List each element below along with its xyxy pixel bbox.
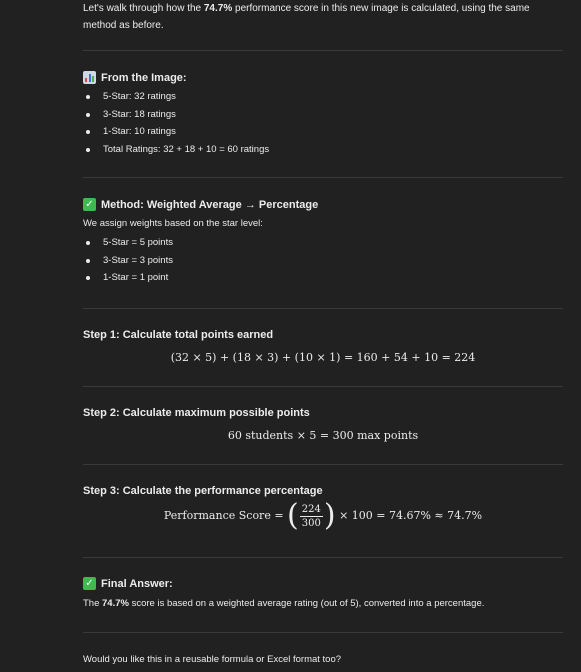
weights-list: 5-Star = 5 points 3-Star = 3 points 1-St…: [83, 234, 318, 287]
formula-prefix: Performance Score =: [163, 509, 284, 522]
divider: [83, 557, 563, 558]
numerator: 224: [299, 503, 323, 517]
from-image-title: From the Image:: [101, 71, 187, 84]
final-text-after: score is based on a weighted average rat…: [128, 598, 485, 609]
divider: [83, 177, 563, 178]
list-item: 1-Star: 10 ratings: [83, 123, 269, 141]
divider: [83, 50, 563, 51]
chat-response: Let's walk through how the 74.7% perform…: [0, 0, 581, 672]
final-title: Final Answer:: [101, 577, 173, 590]
step1-section: Step 1: Calculate total points earned (3…: [83, 329, 563, 364]
final-highlight: 74.7%: [102, 598, 129, 609]
fraction: 224 300: [299, 503, 323, 530]
step2-section: Step 2: Calculate maximum possible point…: [83, 407, 563, 442]
step1-title: Step 1: Calculate total points earned: [83, 329, 274, 341]
formula-suffix: × 100 = 74.67% ≈ 74.7%: [339, 509, 483, 522]
from-image-section: From the Image: 5-Star: 32 ratings 3-Sta…: [83, 71, 269, 158]
step2-formula: 60 students × 5 = 300 max points: [227, 429, 419, 442]
right-paren: ): [323, 498, 336, 533]
step3-formula: Performance Score = (224 300) × 100 = 74.…: [83, 501, 563, 531]
intro-text: Let's walk through how the: [83, 3, 204, 14]
from-image-heading: From the Image:: [83, 71, 269, 84]
method-heading: ✓ Method: Weighted Average → Percentage: [83, 198, 318, 211]
bar-chart-icon: [83, 71, 96, 84]
final-heading: ✓ Final Answer:: [83, 577, 484, 590]
check-mark-icon: ✓: [83, 198, 96, 211]
method-section: ✓ Method: Weighted Average → Percentage …: [83, 198, 318, 287]
divider: [83, 386, 563, 387]
check-mark-icon: ✓: [83, 577, 96, 590]
step1-formula: (32 × 5) + (18 × 3) + (10 × 1) = 160 + 5…: [170, 351, 476, 364]
denominator: 300: [301, 517, 321, 529]
list-item: 3-Star: 18 ratings: [83, 106, 269, 124]
ratings-list: 5-Star: 32 ratings 3-Star: 18 ratings 1-…: [83, 88, 269, 158]
list-item: Total Ratings: 32 + 18 + 10 = 60 ratings: [83, 141, 269, 159]
final-text: The: [83, 598, 103, 609]
divider: [83, 464, 563, 465]
list-item: 1-Star = 1 point: [83, 269, 318, 287]
list-item: 3-Star = 3 points: [83, 252, 318, 270]
method-intro: We assign weights based on the star leve…: [83, 218, 263, 229]
closing-question: Would you like this in a reusable formul…: [83, 654, 342, 665]
list-item: 5-Star = 5 points: [83, 234, 318, 252]
final-section: ✓ Final Answer: The 74.7% score is based…: [83, 577, 484, 612]
divider: [83, 308, 563, 309]
method-title: Method: Weighted Average → Percentage: [101, 198, 319, 211]
divider: [83, 632, 563, 633]
list-item: 5-Star: 32 ratings: [83, 88, 269, 106]
step3-section: Step 3: Calculate the performance percen…: [83, 485, 563, 531]
intro-paragraph: Let's walk through how the 74.7% perform…: [83, 0, 543, 34]
intro-highlight: 74.7%: [203, 3, 233, 14]
left-paren: (: [287, 498, 299, 533]
final-paragraph: The 74.7% score is based on a weighted a…: [83, 595, 484, 612]
step3-title: Step 3: Calculate the performance percen…: [83, 485, 323, 497]
step2-title: Step 2: Calculate maximum possible point…: [83, 407, 310, 419]
